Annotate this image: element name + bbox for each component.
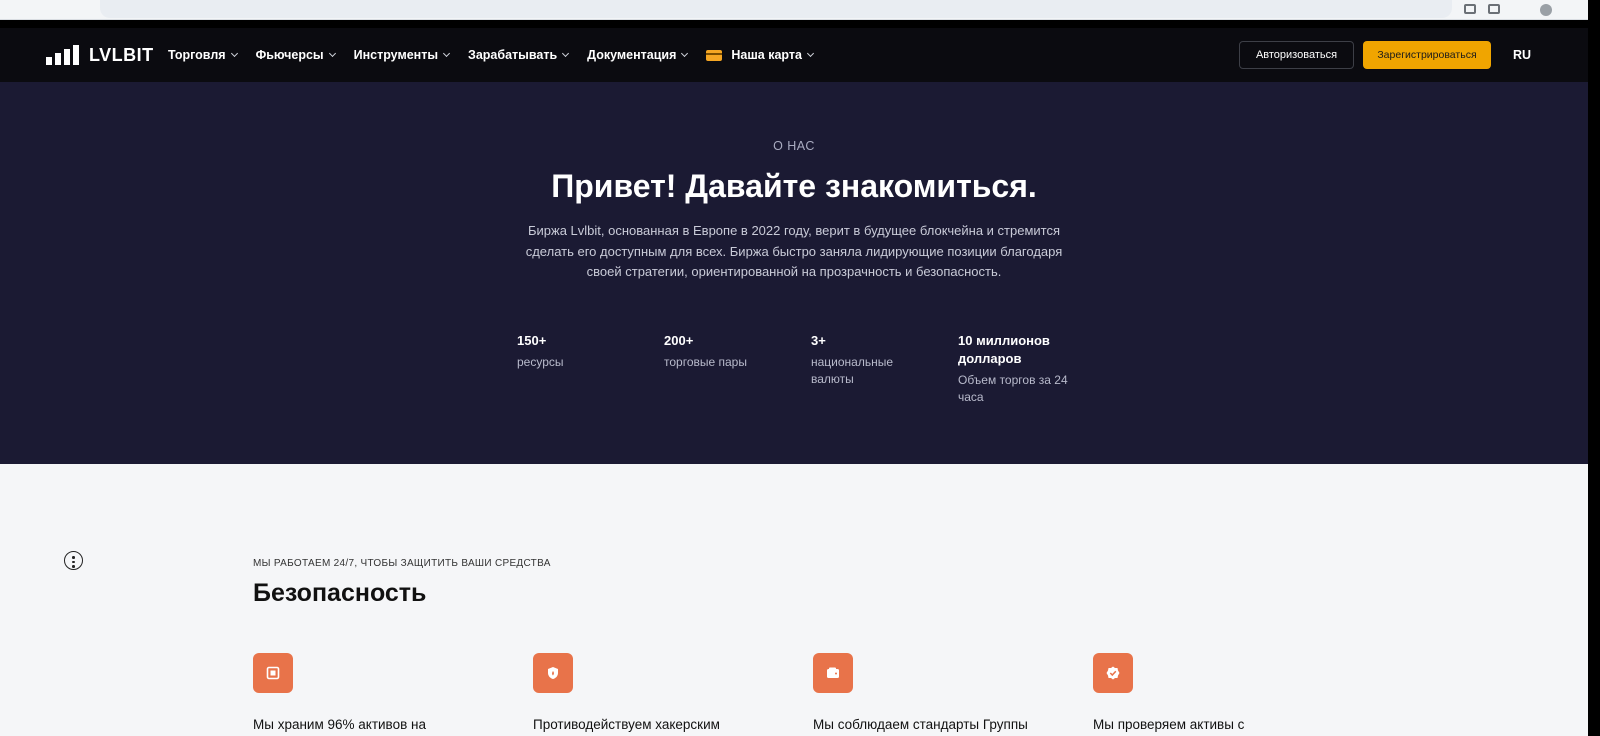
menu-item-tools[interactable]: Инструменты: [353, 48, 451, 62]
feature-text: Противодействуем хакерским: [533, 717, 720, 732]
security-eyebrow: МЫ РАБОТАЕМ 24/7, ЧТОБЫ ЗАЩИТИТЬ ВАШИ СР…: [253, 558, 551, 569]
chevron-down-icon: [442, 49, 451, 58]
logo-text: LVLBIT: [89, 45, 154, 65]
stat-label: Объем торгов за 24 часа: [958, 373, 1068, 404]
menu-item-futures[interactable]: Фьючерсы: [255, 48, 336, 62]
menu-item-label: Зарабатывать: [468, 48, 558, 62]
screen: LVLBIT Торговля Фьючерсы Инструменты Зар…: [0, 0, 1600, 736]
chevron-down-icon: [681, 49, 689, 58]
menu-item-label: Торговля: [168, 48, 226, 62]
feature-text: Мы проверяем активы с: [1093, 717, 1245, 732]
feature-cold-storage: Мы храним 96% активов на: [253, 653, 493, 732]
hero-eyebrow: О НАС: [773, 139, 815, 153]
top-navigation: LVLBIT Торговля Фьючерсы Инструменты Зар…: [0, 28, 1588, 82]
stat-resources: 150+ ресурсы: [517, 332, 637, 371]
stat-value: 3+: [811, 333, 826, 348]
hero-description: Биржа Lvlbit, основанная в Европе в 2022…: [525, 223, 1063, 279]
card-icon: [706, 49, 723, 61]
menu-item-docs[interactable]: Документация: [587, 48, 689, 62]
stats-row: 150+ ресурсы 200+ торговые пары 3+ нацио…: [517, 332, 1117, 422]
chevron-down-icon: [230, 49, 238, 58]
wallet-icon: [813, 653, 853, 693]
vault-icon: [253, 653, 293, 693]
menu-item-label: Наша карта: [731, 48, 802, 62]
browser-toolbar-bg: [0, 0, 1588, 20]
stat-label: торговые пары: [664, 355, 747, 369]
stat-label: ресурсы: [517, 355, 564, 369]
logo-bars-icon: [46, 45, 79, 65]
check-badge-icon: [1093, 653, 1133, 693]
security-title: Безопасность: [253, 579, 427, 607]
chevron-down-icon: [328, 49, 336, 58]
menu-item-label: Инструменты: [353, 48, 439, 62]
browser-toolbar: [0, 0, 1600, 28]
stat-volume: 10 миллионов долларов Объем торгов за 24…: [958, 332, 1068, 406]
menu-item-trading[interactable]: Торговля: [168, 48, 238, 62]
scrollbar[interactable]: [1588, 28, 1600, 736]
logo[interactable]: LVLBIT: [46, 45, 154, 65]
language-selector[interactable]: RU: [1513, 48, 1531, 62]
stat-label: национальные валюты: [811, 355, 894, 386]
register-button[interactable]: Зарегистрироваться: [1363, 41, 1491, 69]
about-hero: О НАС Привет! Давайте знакомиться. Биржа…: [0, 82, 1588, 464]
feature-text: Мы храним 96% активов на: [253, 717, 426, 732]
more-options-icon[interactable]: [64, 551, 83, 570]
chevron-down-icon: [806, 49, 814, 58]
feature-asset-checks: Мы проверяем активы с: [1093, 653, 1333, 732]
menu-item-label: Фьючерсы: [255, 48, 324, 62]
hero-title: Привет! Давайте знакомиться.: [551, 168, 1037, 204]
feature-text: Мы соблюдаем стандарты Группы: [813, 717, 1028, 732]
menu-item-earn[interactable]: Зарабатывать: [468, 48, 570, 62]
menu-item-label: Документация: [587, 48, 677, 62]
chevron-down-icon: [562, 49, 570, 58]
menu-item-card[interactable]: Наша карта: [706, 48, 814, 62]
stat-pairs: 200+ торговые пары: [664, 332, 784, 371]
profile-icon[interactable]: [1540, 4, 1552, 16]
address-bar[interactable]: [100, 0, 1452, 18]
web-page: LVLBIT Торговля Фьючерсы Инструменты Зар…: [0, 28, 1588, 736]
stat-value: 200+: [664, 333, 694, 348]
shield-fire-icon: [533, 653, 573, 693]
window-icon[interactable]: [1488, 4, 1500, 14]
feature-standards: Мы соблюдаем стандарты Группы: [813, 653, 1053, 732]
stat-value: 10 миллионов долларов: [958, 333, 1050, 366]
tab-icon[interactable]: [1464, 4, 1476, 14]
stat-currencies: 3+ национальные валюты: [811, 332, 911, 388]
login-button[interactable]: Авторизоваться: [1239, 41, 1354, 69]
feature-anti-hack: Противодействуем хакерским: [533, 653, 773, 732]
stat-value: 150+: [517, 333, 547, 348]
main-menu: Торговля Фьючерсы Инструменты Зарабатыва…: [168, 28, 832, 82]
